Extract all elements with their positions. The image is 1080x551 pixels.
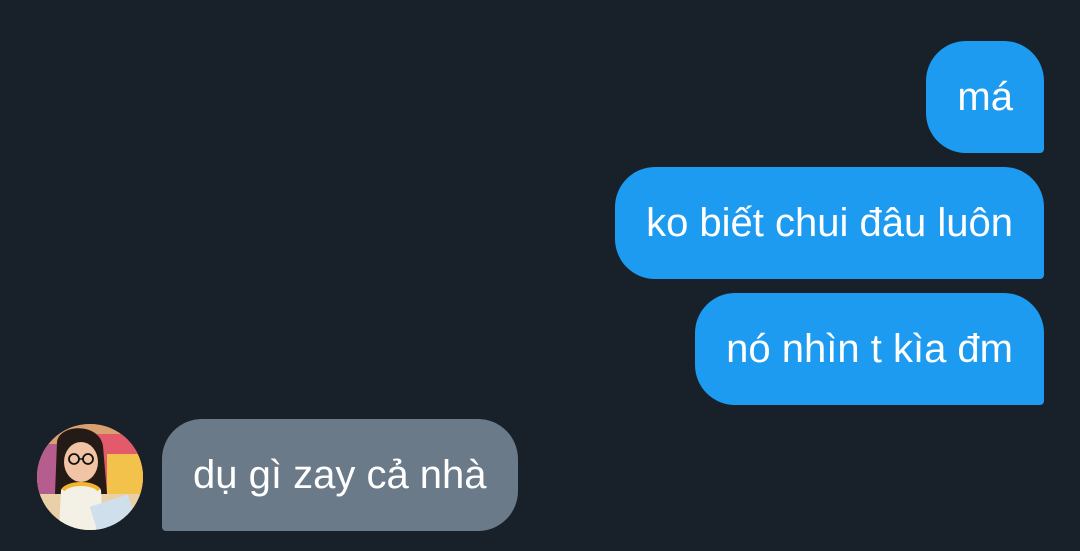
avatar-photo bbox=[37, 424, 143, 530]
message-bubble-incoming[interactable]: dụ gì zay cả nhà bbox=[162, 419, 518, 531]
sender-avatar[interactable] bbox=[37, 424, 143, 530]
chat-thread: má ko biết chui đâu luôn nó nhìn t kìa đ… bbox=[0, 0, 1080, 551]
message-bubble-outgoing[interactable]: nó nhìn t kìa đm bbox=[695, 293, 1044, 405]
message-bubble-outgoing[interactable]: má bbox=[926, 41, 1044, 153]
message-bubble-outgoing[interactable]: ko biết chui đâu luôn bbox=[615, 167, 1044, 279]
